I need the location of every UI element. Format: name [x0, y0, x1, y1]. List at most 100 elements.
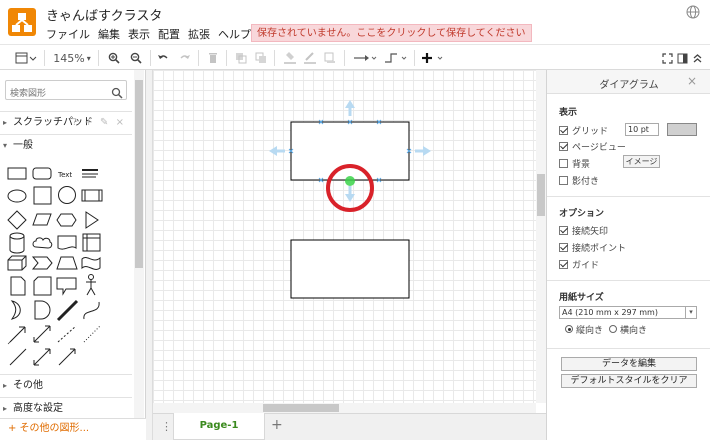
connection-arrows-checkbox[interactable] [559, 225, 568, 235]
more-shapes-button[interactable]: + その他の図形... [0, 418, 146, 440]
background-checkbox[interactable] [559, 158, 568, 168]
hover-arrow-right[interactable] [415, 146, 431, 156]
guides-checkbox[interactable] [559, 259, 568, 269]
waypoints-icon[interactable] [382, 49, 408, 67]
shape-dashed-line[interactable] [57, 325, 77, 343]
shapes-scrollbar[interactable] [134, 70, 144, 420]
zoom-out-icon[interactable] [128, 49, 144, 67]
scrollbar-thumb[interactable] [537, 174, 545, 216]
shadow-option[interactable]: 影付き [559, 173, 599, 187]
guides-option[interactable]: ガイド [559, 257, 599, 271]
unsaved-warning[interactable]: 保存されていません。ここをクリックして保存してください [251, 24, 532, 42]
zoom-dropdown[interactable]: 145% ▾ [52, 49, 92, 67]
shape-trapezoid[interactable] [56, 256, 78, 270]
menu-file[interactable]: ファイル [46, 26, 90, 42]
menu-help[interactable]: ヘルプ [218, 26, 251, 42]
shape-line-thick[interactable] [56, 299, 79, 322]
general-section[interactable]: ▾ 一般 [0, 134, 132, 156]
scrollbar-thumb[interactable] [135, 80, 143, 268]
add-page-icon[interactable]: + [271, 417, 283, 433]
shape-textbox[interactable] [82, 169, 98, 178]
diagram-rectangle-bottom[interactable] [290, 239, 410, 299]
shape-diamond[interactable] [7, 210, 27, 230]
menu-edit[interactable]: 編集 [98, 26, 120, 42]
shape-circle[interactable] [58, 186, 76, 204]
redo-icon[interactable] [178, 49, 192, 67]
menu-view[interactable]: 表示 [128, 26, 150, 42]
to-front-icon[interactable] [234, 49, 248, 67]
shape-bidirectional-arrow[interactable] [7, 326, 26, 345]
advanced-section[interactable]: ▸ 高度な設定 [0, 397, 132, 419]
document-title[interactable]: きゃんばすクラスタ [46, 5, 162, 24]
landscape-radio[interactable] [609, 325, 617, 333]
diagram-canvas[interactable] [153, 70, 536, 403]
search-icon[interactable] [111, 84, 123, 103]
background-option[interactable]: 背景 [559, 156, 590, 170]
shape-search-input[interactable] [6, 85, 106, 103]
shape-cloud[interactable] [32, 237, 53, 249]
globe-icon[interactable] [686, 4, 700, 19]
edit-data-button[interactable]: データを編集 [561, 357, 697, 371]
page-tab-1[interactable]: Page-1 [173, 413, 265, 440]
shadow-checkbox[interactable] [559, 175, 568, 185]
shape-text[interactable]: Text [57, 171, 72, 179]
connection-arrows-option[interactable]: 接続矢印 [559, 223, 608, 237]
fill-color-icon[interactable] [282, 49, 298, 67]
portrait-radio[interactable] [565, 325, 573, 333]
shape-parallelogram[interactable] [32, 213, 52, 226]
shape-double-arrow[interactable] [33, 325, 51, 343]
shape-rectangle[interactable] [7, 167, 27, 180]
shape-or[interactable] [10, 300, 21, 320]
shape-square[interactable] [33, 186, 52, 205]
insert-plus-icon[interactable] [420, 49, 446, 67]
delete-icon[interactable] [206, 49, 220, 67]
shape-tape[interactable] [81, 256, 101, 270]
to-back-icon[interactable] [254, 49, 268, 67]
connection-style-icon[interactable] [352, 49, 378, 67]
shape-hexagon[interactable] [56, 213, 77, 227]
canvas-horizontal-scrollbar[interactable] [153, 403, 536, 413]
shape-curve[interactable] [83, 301, 100, 320]
grid-checkbox[interactable] [559, 125, 568, 135]
hover-arrow-down[interactable] [345, 186, 355, 202]
active-connection-point[interactable] [345, 176, 355, 186]
format-panel-icon[interactable] [675, 49, 689, 67]
shape-note[interactable] [10, 276, 26, 296]
view-panels-icon[interactable] [14, 49, 38, 67]
other-section[interactable]: ▸ その他 [0, 374, 132, 396]
connection-points-checkbox[interactable] [559, 242, 568, 252]
shape-directional-arrow[interactable] [58, 348, 76, 366]
clear-default-style-button[interactable]: デフォルトスタイルをクリア [561, 374, 697, 388]
scratchpad-section[interactable]: ▸ スクラッチパッド ? + ✎ × [0, 111, 132, 133]
shape-actor[interactable] [86, 274, 96, 296]
close-icon[interactable]: × [687, 74, 697, 88]
grid-color-swatch[interactable] [667, 123, 697, 136]
shadow-icon[interactable] [322, 49, 338, 67]
hover-arrow-left[interactable] [269, 146, 285, 156]
shape-connector-arrow[interactable] [33, 348, 51, 366]
canvas-vertical-scrollbar[interactable] [536, 70, 546, 403]
menu-extras[interactable]: 拡張 [188, 26, 210, 42]
image-button[interactable]: イメージ [623, 155, 660, 168]
shape-document[interactable] [57, 235, 77, 250]
undo-icon[interactable] [156, 49, 170, 67]
grid-option[interactable]: グリッド [559, 123, 608, 137]
shape-process[interactable] [81, 189, 103, 202]
scratchpad-tools[interactable]: ? + ✎ × [72, 112, 126, 134]
paper-size-select[interactable]: A4 (210 mm x 297 mm) ▾ [559, 306, 697, 319]
zoom-in-icon[interactable] [106, 49, 122, 67]
shape-callout[interactable] [56, 277, 77, 296]
shape-ellipse[interactable] [7, 189, 27, 203]
shape-step[interactable] [31, 256, 53, 270]
hover-arrow-up[interactable] [345, 100, 355, 116]
shape-card[interactable] [33, 276, 52, 296]
pages-menu-icon[interactable]: ⋮ [161, 420, 172, 433]
shape-and[interactable] [34, 300, 51, 320]
grid-size-input[interactable]: 10 pt [625, 123, 659, 136]
portrait-option[interactable]: 縦向き [565, 322, 603, 336]
shape-cube[interactable] [7, 255, 27, 271]
shape-dotted-line[interactable] [83, 325, 101, 343]
shape-line[interactable] [9, 348, 27, 366]
fullscreen-icon[interactable] [660, 49, 674, 67]
shape-triangle[interactable] [85, 211, 99, 229]
